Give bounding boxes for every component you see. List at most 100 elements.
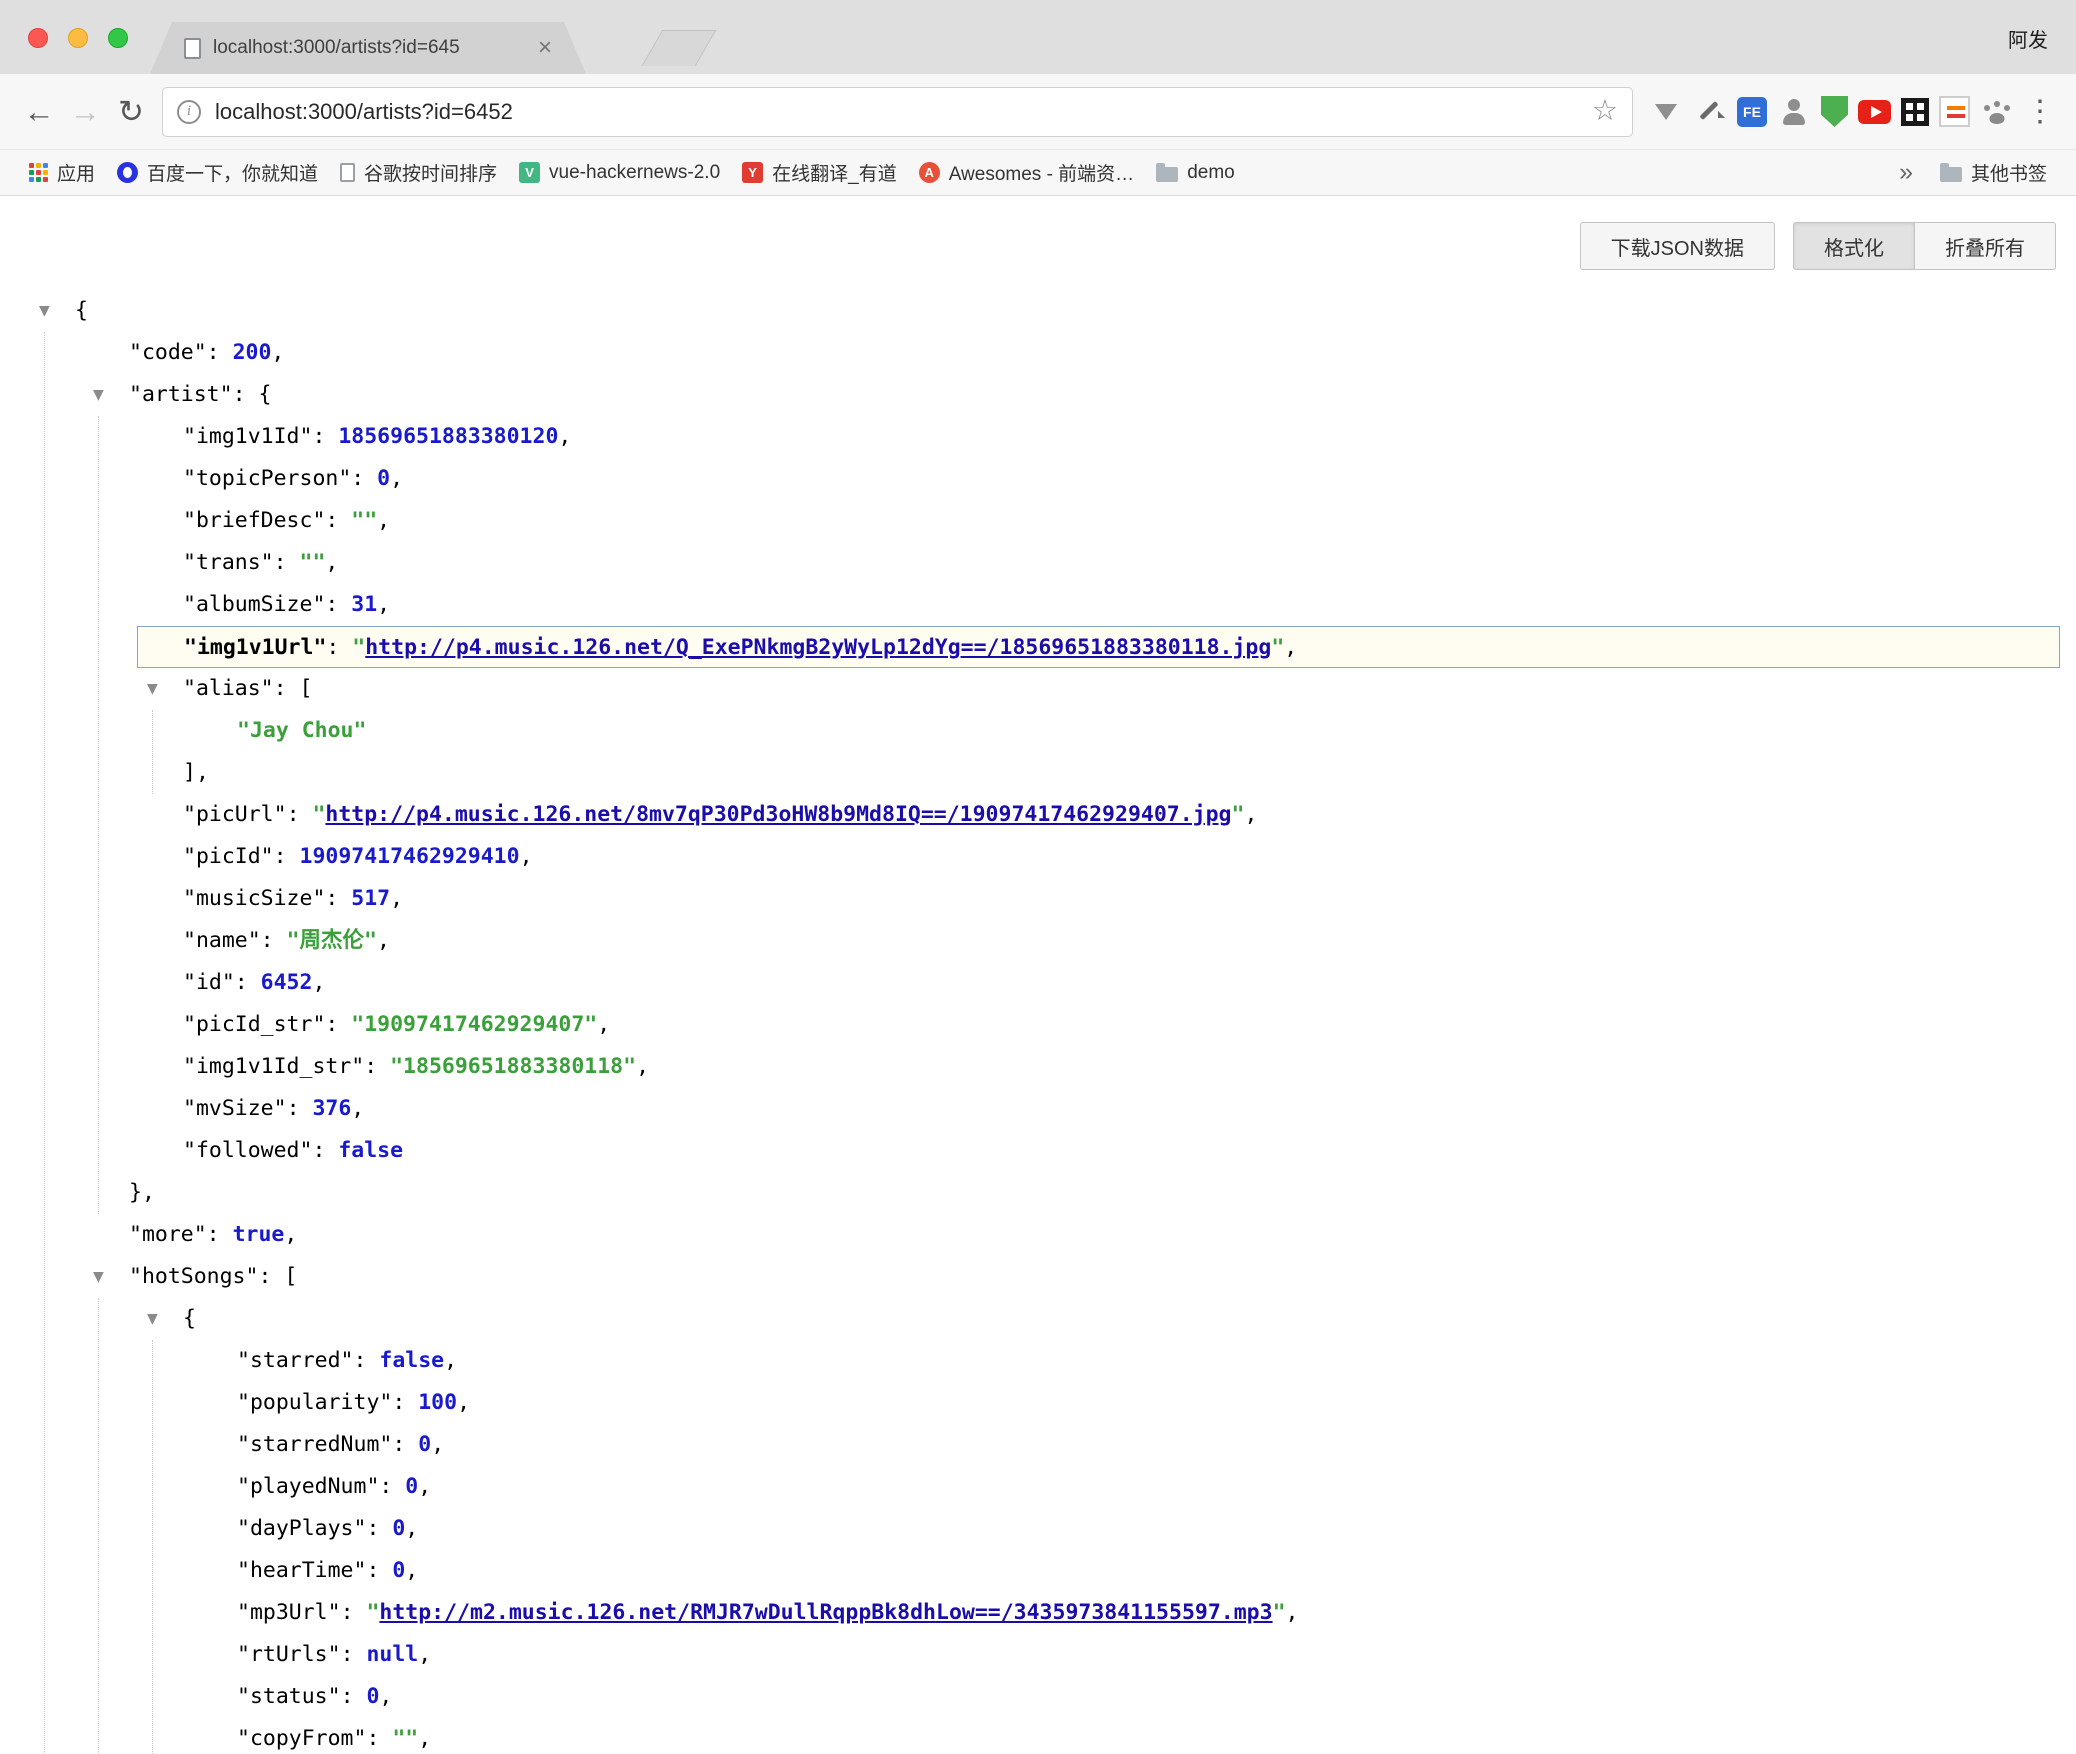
json-token: ,: [390, 886, 403, 911]
collapse-arrow-icon[interactable]: ▼: [93, 374, 104, 416]
person-silhouette-icon[interactable]: [1777, 95, 1811, 129]
collapse-arrow-icon[interactable]: ▼: [147, 668, 158, 710]
qr-code-icon[interactable]: [1901, 98, 1929, 126]
json-token: ": [1273, 1600, 1286, 1625]
download-json-button[interactable]: 下载JSON数据: [1580, 222, 1775, 270]
apps-icon: [29, 163, 48, 182]
address-bar[interactable]: i localhost:3000/artists?id=6452 ☆: [162, 87, 1633, 137]
json-token: : {: [233, 382, 272, 407]
json-line: ▼"hotSongs": [: [0, 1256, 2076, 1298]
fe-extension-icon[interactable]: FE: [1737, 97, 1767, 127]
json-key: "artist": [129, 382, 233, 407]
json-token: :: [287, 1096, 313, 1121]
json-line: "mvSize": 376,: [0, 1088, 2076, 1130]
json-line: ▼ "artist": {: [0, 374, 2076, 416]
collapse-arrow-icon[interactable]: ▼: [39, 290, 50, 332]
json-url-link[interactable]: http://m2.music.126.net/RMJR7wDullRqppBk…: [379, 1600, 1272, 1625]
json-token: 517: [351, 886, 390, 911]
translate-pen-icon[interactable]: [1693, 95, 1727, 129]
fullscreen-window-button[interactable]: [108, 28, 128, 48]
bookmark-star-icon[interactable]: ☆: [1592, 97, 1618, 126]
bookmarks-overflow-icon[interactable]: »: [1883, 158, 1929, 187]
collapse-arrow-icon[interactable]: ▼: [93, 1256, 104, 1298]
json-line: "followed": false: [0, 1130, 2076, 1172]
collapse-all-button[interactable]: 折叠所有: [1915, 222, 2056, 270]
json-line: "img1v1Id": 18569651883380120,: [0, 416, 2076, 458]
json-key: "more": [129, 1222, 207, 1247]
json-line: ▼{: [0, 1298, 2076, 1340]
json-token: :: [207, 340, 233, 365]
json-key: "rtUrls": [237, 1642, 341, 1667]
paw-icon[interactable]: [1980, 95, 2014, 129]
json-token: :: [261, 928, 287, 953]
json-token: :: [207, 1222, 233, 1247]
json-token: ,: [377, 928, 390, 953]
json-token: 0: [377, 466, 390, 491]
bookmark-label: 其他书签: [1971, 159, 2047, 186]
json-token: :: [235, 970, 261, 995]
json-token: ,: [390, 466, 403, 491]
bookmark-google-time-sort[interactable]: 谷歌按时间排序: [329, 155, 508, 190]
back-button[interactable]: ←: [16, 94, 62, 130]
json-line: "status": 0,: [0, 1676, 2076, 1718]
bookmark-youdao-translate[interactable]: Y在线翻译_有道: [731, 155, 908, 190]
json-token: {: [183, 1306, 196, 1331]
json-url-link[interactable]: http://p4.music.126.net/Q_ExePNkmgB2yWyL…: [365, 635, 1271, 660]
player-icon[interactable]: [1939, 96, 1970, 127]
json-token: :: [274, 844, 300, 869]
json-token: 6452: [261, 970, 313, 995]
bookmark-demo[interactable]: demo: [1145, 158, 1246, 188]
tab-close-icon[interactable]: ×: [538, 36, 552, 60]
other-bookmarks-button[interactable]: 其他书签: [1929, 155, 2058, 190]
json-line: "more": true,: [0, 1214, 2076, 1256]
url-text[interactable]: localhost:3000/artists?id=6452: [215, 99, 1592, 125]
v-dropdown-icon[interactable]: [1649, 95, 1683, 129]
json-token: ,: [325, 550, 338, 575]
json-token: : [: [258, 1264, 297, 1289]
json-key: "code": [129, 340, 207, 365]
json-token: "18569651883380118": [390, 1054, 636, 1079]
json-line: "img1v1Id_str": "18569651883380118",: [0, 1046, 2076, 1088]
json-line: "rtUrls": null,: [0, 1634, 2076, 1676]
json-key: "followed": [183, 1138, 312, 1163]
json-line: "picUrl": "http://p4.music.126.net/8mv7q…: [0, 794, 2076, 836]
json-token: :: [312, 1138, 338, 1163]
bookmarks-list: 应用百度一下，你就知道谷歌按时间排序Vvue-hackernews-2.0Y在线…: [18, 155, 1246, 190]
json-token: 200: [233, 340, 272, 365]
json-token: ,: [351, 1096, 364, 1121]
json-token: :: [287, 802, 313, 827]
json-url-link[interactable]: http://p4.music.126.net/8mv7qP30Pd3oHW8b…: [325, 802, 1231, 827]
json-line: "id": 6452,: [0, 962, 2076, 1004]
json-line: "popularity": 100,: [0, 1382, 2076, 1424]
json-line: "trans": "",: [0, 542, 2076, 584]
page-info-icon[interactable]: i: [177, 100, 201, 124]
green-shield-icon[interactable]: [1821, 96, 1848, 127]
json-token: 100: [418, 1390, 457, 1415]
bookmark-apps[interactable]: 应用: [18, 155, 106, 190]
json-key: "starredNum": [237, 1432, 392, 1457]
json-line: "picId_str": "19097417462929407",: [0, 1004, 2076, 1046]
format-button[interactable]: 格式化: [1793, 222, 1915, 270]
bookmark-awesomes[interactable]: AAwesomes - 前端资…: [908, 155, 1145, 190]
json-line: "starredNum": 0,: [0, 1424, 2076, 1466]
youtube-icon[interactable]: [1858, 100, 1891, 124]
minimize-window-button[interactable]: [68, 28, 88, 48]
bookmark-vue-hackernews[interactable]: Vvue-hackernews-2.0: [508, 158, 731, 188]
browser-tab[interactable]: localhost:3000/artists?id=645 ×: [150, 22, 586, 74]
indent-guide: [98, 416, 99, 1214]
new-tab-button[interactable]: [642, 30, 717, 66]
bookmark-baidu[interactable]: 百度一下，你就知道: [106, 155, 329, 190]
indent-guide: [152, 1340, 153, 1754]
forward-button[interactable]: →: [62, 94, 108, 130]
baidu-icon: [117, 162, 138, 183]
json-key: "mp3Url": [237, 1600, 341, 1625]
youdao-icon: Y: [742, 162, 763, 183]
reload-button[interactable]: ↻: [108, 94, 154, 130]
extension-icons-row: FE: [1649, 95, 2014, 129]
window-controls: [28, 28, 128, 48]
collapse-arrow-icon[interactable]: ▼: [147, 1298, 158, 1340]
browser-menu-icon[interactable]: ⋮: [2024, 94, 2056, 129]
json-token: ,: [377, 592, 390, 617]
json-token: "周杰伦": [287, 928, 377, 953]
close-window-button[interactable]: [28, 28, 48, 48]
